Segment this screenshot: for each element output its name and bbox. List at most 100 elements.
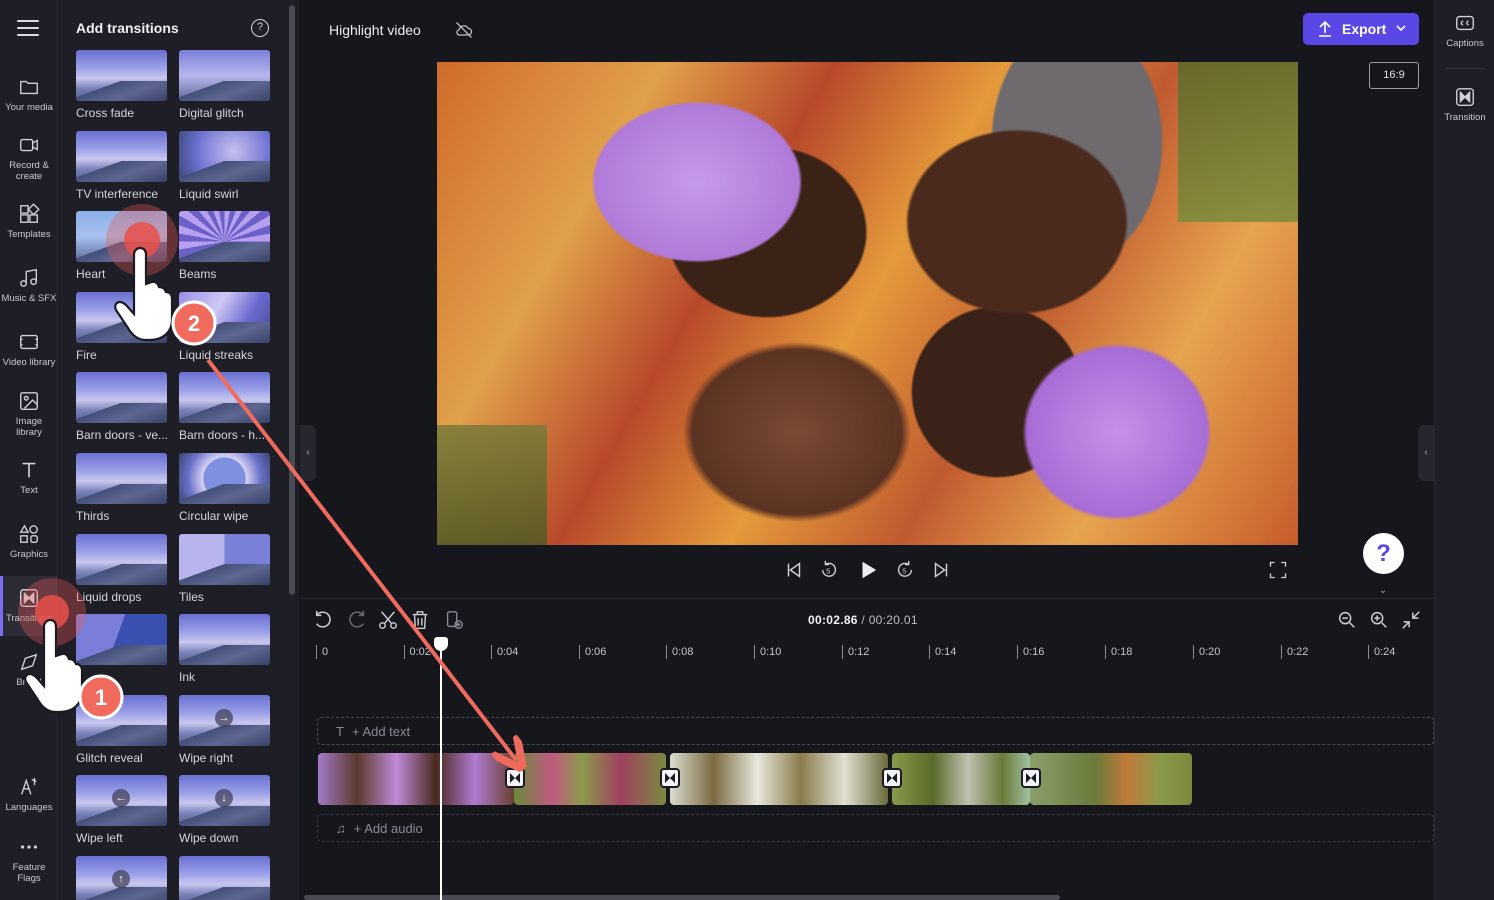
play-icon[interactable]: [857, 559, 879, 581]
sidebar-item-graphics[interactable]: Graphics: [0, 523, 58, 565]
transition-marker[interactable]: [1021, 768, 1041, 788]
fit-timeline-icon[interactable]: [1400, 609, 1422, 631]
transition-thumbnail: ↓: [179, 775, 270, 827]
current-time: 00:02.86: [808, 613, 858, 627]
captions-button[interactable]: Captions: [1435, 12, 1494, 49]
time-ruler[interactable]: 0 0:02 0:04 0:06 0:08 0:10 0:12 0:14 0:1…: [316, 643, 1434, 663]
transition-tile-glitch-reveal[interactable]: Glitch reveal: [76, 694, 167, 776]
rewind-5-icon[interactable]: 5: [818, 559, 840, 581]
sidebar-item-image-library[interactable]: Image library: [0, 390, 58, 440]
sidebar-item-transitions[interactable]: Transitions: [0, 576, 58, 636]
video-clip[interactable]: [892, 753, 1030, 805]
skip-to-end-icon[interactable]: [930, 559, 952, 581]
transition-tile-liquid-drops[interactable]: Liquid drops: [76, 533, 167, 615]
sidebar-item-text[interactable]: Text: [0, 459, 58, 501]
undo-icon[interactable]: [313, 609, 335, 631]
cloud-off-icon: [456, 22, 473, 38]
transition-thumbnail: ←: [76, 775, 167, 827]
zoom-in-icon[interactable]: [1368, 609, 1390, 631]
panel-scrollbar[interactable]: [289, 5, 295, 595]
transition-tile-liquid-streaks[interactable]: Liquid streaks: [179, 291, 270, 373]
sidebar-item-music[interactable]: Music & SFX: [0, 267, 58, 309]
transition-tile-thirds[interactable]: Thirds: [76, 452, 167, 534]
add-text-track[interactable]: T + Add text: [317, 717, 1434, 745]
sidebar-item-languages[interactable]: Languages: [0, 776, 58, 818]
transition-tile-heart[interactable]: Heart: [76, 211, 167, 292]
sidebar-item-feature-flags[interactable]: Feature Flags: [0, 836, 58, 886]
scissors-icon[interactable]: [377, 609, 399, 631]
tile-label: Digital glitch: [179, 106, 244, 120]
transition-marker[interactable]: [505, 768, 525, 788]
transition-tile-barn-doors-vertical[interactable]: Barn doors - ve...: [76, 372, 167, 453]
transition-marker[interactable]: [660, 768, 680, 788]
fullscreen-icon[interactable]: [1268, 560, 1288, 580]
ruler-tick: 0:08: [666, 645, 693, 659]
transition-tile-liquid-swirl[interactable]: Liquid swirl: [179, 130, 270, 212]
transition-thumbnail: [179, 211, 270, 263]
arrow-right-icon: →: [215, 708, 233, 727]
transition-tile-cross-fade[interactable]: Cross fade: [76, 50, 167, 131]
sidebar-item-brand[interactable]: Brand: [0, 651, 58, 693]
collapse-right-panel-button[interactable]: ‹: [1418, 425, 1434, 481]
more-icon: [20, 845, 38, 849]
transition-tile-wipe-right[interactable]: → Wipe right: [179, 694, 270, 776]
help-icon[interactable]: ?: [251, 19, 269, 37]
transition-tile-barn-doors-horizontal[interactable]: Barn doors - h...: [179, 372, 270, 453]
chevron-down-icon[interactable]: ⌄: [1375, 585, 1391, 597]
transition-tile-beams[interactable]: Beams: [179, 211, 270, 292]
preview-frame-image: [437, 62, 1298, 545]
sidebar-item-label: Brand: [16, 677, 42, 688]
collapse-left-panel-button[interactable]: ‹: [300, 425, 316, 481]
add-to-clip-icon[interactable]: [443, 609, 465, 631]
sidebar-item-label: Image library: [15, 416, 43, 438]
hamburger-menu-icon[interactable]: [17, 20, 39, 40]
svg-text:5: 5: [826, 567, 830, 576]
transition-marker[interactable]: [882, 768, 902, 788]
forward-5-icon[interactable]: 5: [894, 559, 916, 581]
export-button[interactable]: Export: [1303, 13, 1419, 45]
zoom-out-icon[interactable]: [1336, 609, 1358, 631]
project-title[interactable]: Highlight video: [315, 14, 435, 46]
transition-tile-tiles[interactable]: Tiles: [179, 533, 270, 615]
transition-tile-unnamed[interactable]: [76, 614, 167, 695]
transition-tile-tv-interference[interactable]: TV interference: [76, 130, 167, 212]
video-clip[interactable]: [670, 753, 888, 805]
divider: [1445, 68, 1485, 69]
transition-tile-wipe-left[interactable]: ← Wipe left: [76, 775, 167, 856]
sidebar-item-your-media[interactable]: Your media: [0, 76, 58, 118]
timeline-scrollbar[interactable]: [304, 895, 1060, 900]
help-button[interactable]: ?: [1363, 533, 1404, 574]
transition-thumbnail: [179, 614, 270, 666]
upload-icon: [1319, 20, 1331, 37]
templates-icon: [20, 203, 40, 223]
transition-tile-wipe-down[interactable]: ↓ Wipe down: [179, 775, 270, 856]
transition-properties-button[interactable]: Transition: [1435, 86, 1494, 123]
timeline: 00:02.86 / 00:20.01 0 0:02 0:04 0:06 0:0…: [300, 598, 1434, 900]
redo-icon[interactable]: [345, 609, 367, 631]
transition-tile-fire[interactable]: Fire: [76, 291, 167, 373]
sidebar-item-video-library[interactable]: Video library: [0, 331, 58, 373]
video-preview[interactable]: [437, 62, 1298, 545]
playhead-handle[interactable]: [434, 637, 448, 651]
transition-tile-digital-glitch[interactable]: Digital glitch: [179, 50, 270, 131]
add-audio-track[interactable]: ♫ + Add audio: [317, 814, 1434, 842]
video-clip[interactable]: [318, 753, 514, 805]
music-icon: [20, 268, 38, 287]
top-bar: Highlight video Export: [300, 0, 1434, 60]
text-icon: T: [336, 724, 344, 739]
transition-tile-wipe-up[interactable]: ↑: [76, 855, 167, 900]
trash-icon[interactable]: [409, 609, 431, 631]
tile-label: Ink: [179, 670, 196, 685]
sidebar-item-templates[interactable]: Templates: [0, 203, 58, 245]
sidebar-item-record-create[interactable]: Record & create: [0, 134, 58, 184]
transition-tile-unnamed[interactable]: [179, 855, 270, 900]
playback-controls: 5 5: [780, 556, 960, 586]
aspect-ratio-button[interactable]: 16:9: [1369, 62, 1419, 89]
playhead[interactable]: [440, 638, 442, 900]
skip-to-start-icon[interactable]: [783, 559, 805, 581]
video-clip[interactable]: [514, 753, 666, 805]
transition-tile-circular-wipe[interactable]: Circular wipe: [179, 452, 270, 534]
transition-tile-ink[interactable]: Ink: [179, 614, 270, 695]
video-clip[interactable]: [1030, 753, 1192, 805]
languages-icon: [21, 777, 37, 795]
